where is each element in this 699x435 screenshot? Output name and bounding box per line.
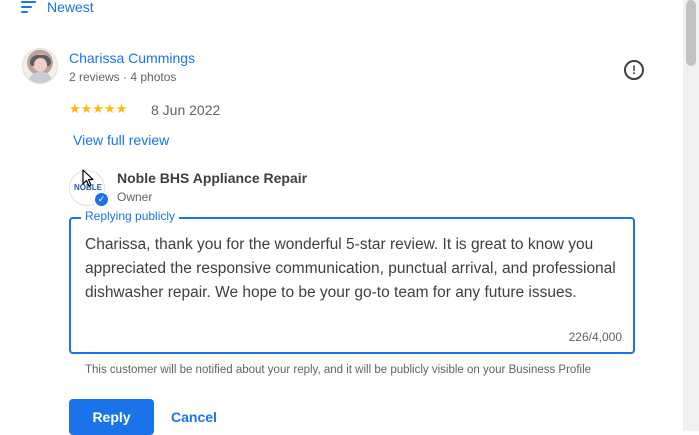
cancel-button[interactable]: Cancel: [164, 399, 224, 435]
reply-text[interactable]: Charissa, thank you for the wonderful 5-…: [85, 233, 625, 305]
sort-newest-label[interactable]: Newest: [47, 0, 94, 15]
sort-icon[interactable]: [21, 0, 36, 14]
reply-field-label: Replying publicly: [81, 209, 180, 223]
owner-name: Noble BHS Appliance Repair: [117, 170, 308, 186]
review-date: 8 Jun 2022: [151, 102, 221, 118]
reviewer-meta: 2 reviews · 4 photos: [69, 70, 177, 84]
reviewer-avatar[interactable]: [22, 48, 58, 84]
character-count: 226/4,000: [568, 330, 622, 344]
verified-check-icon: ✓: [94, 192, 109, 207]
owner-role: Owner: [117, 190, 153, 204]
star-rating: ★★★★★: [69, 101, 128, 116]
scrollbar-thumb[interactable]: [686, 0, 696, 66]
view-full-review-link[interactable]: View full review: [73, 132, 169, 148]
visibility-notice: This customer will be notified about you…: [85, 364, 592, 376]
reviewer-name[interactable]: Charissa Cummings: [69, 50, 195, 66]
reply-button[interactable]: Reply: [69, 399, 154, 435]
mouse-cursor-icon: [82, 169, 94, 187]
report-icon[interactable]: !: [624, 60, 644, 80]
